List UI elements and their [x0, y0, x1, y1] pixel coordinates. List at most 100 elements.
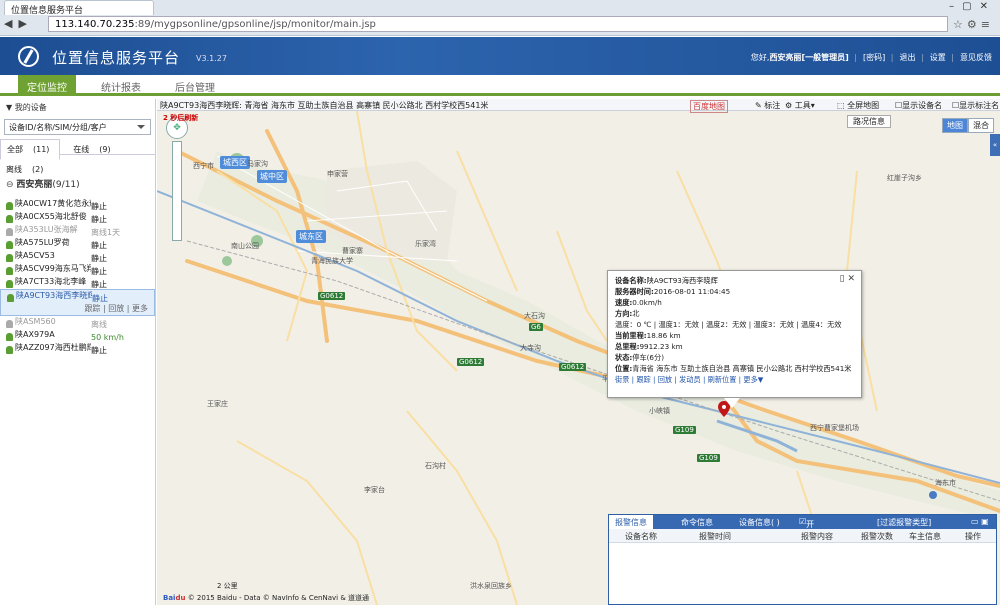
- tab-all[interactable]: 全部 (11): [0, 139, 61, 160]
- tab-command-info[interactable]: 命令信息: [681, 517, 713, 528]
- user-nav: 您好,西安亮丽[一般管理员] | [密码] | 退出 | 设置 | 意见反馈: [750, 53, 992, 62]
- place-label: 王家庄: [207, 400, 228, 408]
- window-controls[interactable]: –▢✕: [949, 1, 996, 12]
- device-name: 陕A575LU罗荷: [15, 238, 70, 247]
- device-search-select[interactable]: 设备ID/名称/SIM/分组/客户: [4, 119, 151, 135]
- popup-total-mileage: 9912.23 km: [639, 342, 683, 351]
- road-label: G0612: [318, 292, 346, 300]
- device-row[interactable]: 陕A575LU罗荷 静止: [0, 237, 155, 250]
- device-row[interactable]: 陕ASM560 离线: [0, 316, 155, 329]
- refresh-countdown: 2 秒后刷新: [163, 114, 199, 122]
- alarm-panel: 报警信息 命令信息 设备信息( ) ☑ 开启报警声音 [过滤报警类型] ▭ ▣ …: [608, 514, 997, 605]
- device-group[interactable]: 西安亮丽(9/11): [0, 177, 155, 190]
- road-label: G109: [673, 426, 696, 434]
- road-info-button[interactable]: 路况信息: [847, 115, 891, 128]
- collapse-panel-icon[interactable]: «: [990, 134, 1000, 156]
- tab-online[interactable]: 在线 (9): [67, 140, 120, 159]
- map-type-normal[interactable]: 地图: [942, 118, 968, 133]
- map-toolbar: 陕A9CT93海西李晓辉: 青海省 海东市 互助土族自治县 高寨镇 民小公路北 …: [157, 99, 1000, 113]
- popup-status: 停车(6分): [632, 353, 664, 362]
- device-row[interactable]: 陕A0CX55海北舒俊 静止: [0, 211, 155, 224]
- device-name: 陕A0CW17黄化范永耀: [15, 199, 91, 208]
- show-device-checkbox[interactable]: ☐显示设备名: [895, 100, 942, 111]
- vehicle-icon: [6, 346, 13, 354]
- vehicle-icon: [6, 215, 13, 223]
- menu-admin[interactable]: 后台管理: [166, 75, 224, 96]
- place-label: 李家台: [364, 486, 385, 494]
- col-alarm-time: 报警时间: [699, 532, 731, 541]
- tab-alarm-info[interactable]: 报警信息: [609, 515, 653, 529]
- logout-link[interactable]: 退出: [900, 53, 916, 62]
- device-actions[interactable]: 跟踪 | 回放 | 更多: [84, 303, 148, 314]
- zoom-control[interactable]: ✥: [166, 117, 188, 243]
- place-label: 西宁曹家堡机场: [810, 424, 859, 432]
- browser-chrome: 位置信息服务平台 –▢✕ ◀▶ 113.140.70.235:89/mygpso…: [0, 0, 1000, 36]
- greeting: 您好,: [750, 53, 770, 62]
- url-domain: 113.140.70.235: [55, 19, 135, 30]
- show-label-checkbox[interactable]: ☐显示标注名: [952, 100, 999, 111]
- device-row[interactable]: 陕AZZ097海西杜鹏辉静止: [0, 342, 155, 355]
- map-type-hybrid[interactable]: 混合: [968, 118, 994, 133]
- device-name: 陕ASM560: [15, 317, 56, 326]
- browser-toolbar-icons[interactable]: ☆⚙≡: [953, 18, 994, 31]
- popup-device-name: 陕A9CT93海西李晓辉: [646, 276, 718, 285]
- map-type-switch: 地图 混合: [942, 118, 994, 133]
- popup-speed: 0.0km/h: [632, 298, 662, 307]
- password-link[interactable]: [密码]: [863, 53, 885, 62]
- mark-button[interactable]: ✎ 标注: [755, 100, 780, 111]
- device-name: 陕AX979A: [15, 330, 55, 339]
- settings-link[interactable]: 设置: [930, 53, 946, 62]
- nav-buttons[interactable]: ◀▶: [4, 17, 33, 30]
- device-row[interactable]: 陕A0CW17黄化范永耀静止: [0, 198, 155, 211]
- app-header: 位置信息服务平台 V3.1.27 您好,西安亮丽[一般管理员] | [密码] | 退…: [0, 37, 1000, 75]
- place-label: 大寺沟: [520, 344, 541, 352]
- col-alarm-count: 报警次数: [861, 532, 893, 541]
- popup-service-time: 2016-08-01 11:04:45: [653, 287, 731, 296]
- device-row[interactable]: 陕A353LU张海解 离线1天: [0, 224, 155, 237]
- close-icon[interactable]: ▯ ✕: [840, 274, 855, 285]
- sidebar-title: ▼ 我的设备: [6, 103, 47, 112]
- road-label: G0612: [559, 363, 587, 371]
- place-label: 曹家寨: [342, 247, 363, 255]
- popup-trip-mileage: 18.86 km: [646, 331, 681, 340]
- device-row[interactable]: 陕A5CV53 静止: [0, 250, 155, 263]
- place-label: 乐家湾: [415, 240, 436, 248]
- device-status: 离线1天: [91, 228, 121, 237]
- panel-window-icons[interactable]: ▭ ▣: [971, 517, 989, 526]
- device-row[interactable]: 陕A5CV99海东马飞翔静止: [0, 263, 155, 276]
- tab-device-info[interactable]: 设备信息( ): [739, 517, 780, 528]
- zoom-slider[interactable]: [172, 141, 182, 241]
- place-label: 申家营: [327, 170, 348, 178]
- device-status: 静止: [91, 267, 107, 276]
- map-source-select[interactable]: 百度地图: [690, 100, 728, 113]
- map-copyright: Baidu © 2015 Baidu - Data © NavInfo & Ce…: [163, 594, 370, 602]
- vehicle-icon: [6, 228, 13, 236]
- url-path: :89/mygpsonline/gpsonline/jsp/monitor/ma…: [134, 19, 376, 30]
- device-name: 陕A5CV99海东马飞翔: [15, 264, 91, 273]
- device-status: 静止: [91, 241, 107, 250]
- fullscreen-button[interactable]: ⬚ 全屏地图: [837, 100, 879, 111]
- feedback-link[interactable]: 意见反馈: [960, 53, 992, 62]
- browser-tab[interactable]: 位置信息服务平台: [4, 0, 154, 15]
- popup-action-links[interactable]: 街景 | 跟踪 | 回放 | 发动员 | 刷新位置 | 更多▼: [615, 374, 854, 385]
- tab-title: 位置信息服务平台: [11, 6, 84, 15]
- device-name: 陕A5CV53: [15, 251, 55, 260]
- col-actions: 操作: [965, 532, 981, 541]
- tools-button[interactable]: ⚙ 工具▾: [785, 100, 815, 111]
- alarm-filter-link[interactable]: [过滤报警类型]: [877, 517, 931, 528]
- device-row[interactable]: 陕A7CT33海北李峰 静止: [0, 276, 155, 289]
- map-scale: 2 公里: [217, 582, 238, 590]
- device-row[interactable]: 陕AX979A 50 km/h: [0, 329, 155, 342]
- menu-monitor[interactable]: 定位监控: [18, 75, 76, 96]
- device-status: 静止: [91, 346, 107, 355]
- address-bar[interactable]: 113.140.70.235:89/mygpsonline/gpsonline/…: [48, 16, 948, 32]
- alarm-table-header: 设备名称 报警时间 报警内容 报警次数 车主信息 操作: [609, 529, 996, 543]
- district-label: 城东区: [296, 230, 326, 243]
- place-label: 马家沟: [247, 160, 268, 168]
- device-row[interactable]: 陕A9CT93海西李晓辉静止 跟踪 | 回放 | 更多: [0, 289, 155, 316]
- device-name: 陕A7CT33海北李峰: [15, 277, 87, 286]
- popup-temperature: 温度：0 ℃ | 温度1：无效 | 温度2：无效 | 温度3：无效 | 温度4：…: [615, 320, 842, 329]
- district-label: 城中区: [257, 170, 287, 183]
- alarm-sound-checkbox[interactable]: ☑ 开启报警声音: [799, 517, 814, 584]
- menu-reports[interactable]: 统计报表: [92, 75, 150, 96]
